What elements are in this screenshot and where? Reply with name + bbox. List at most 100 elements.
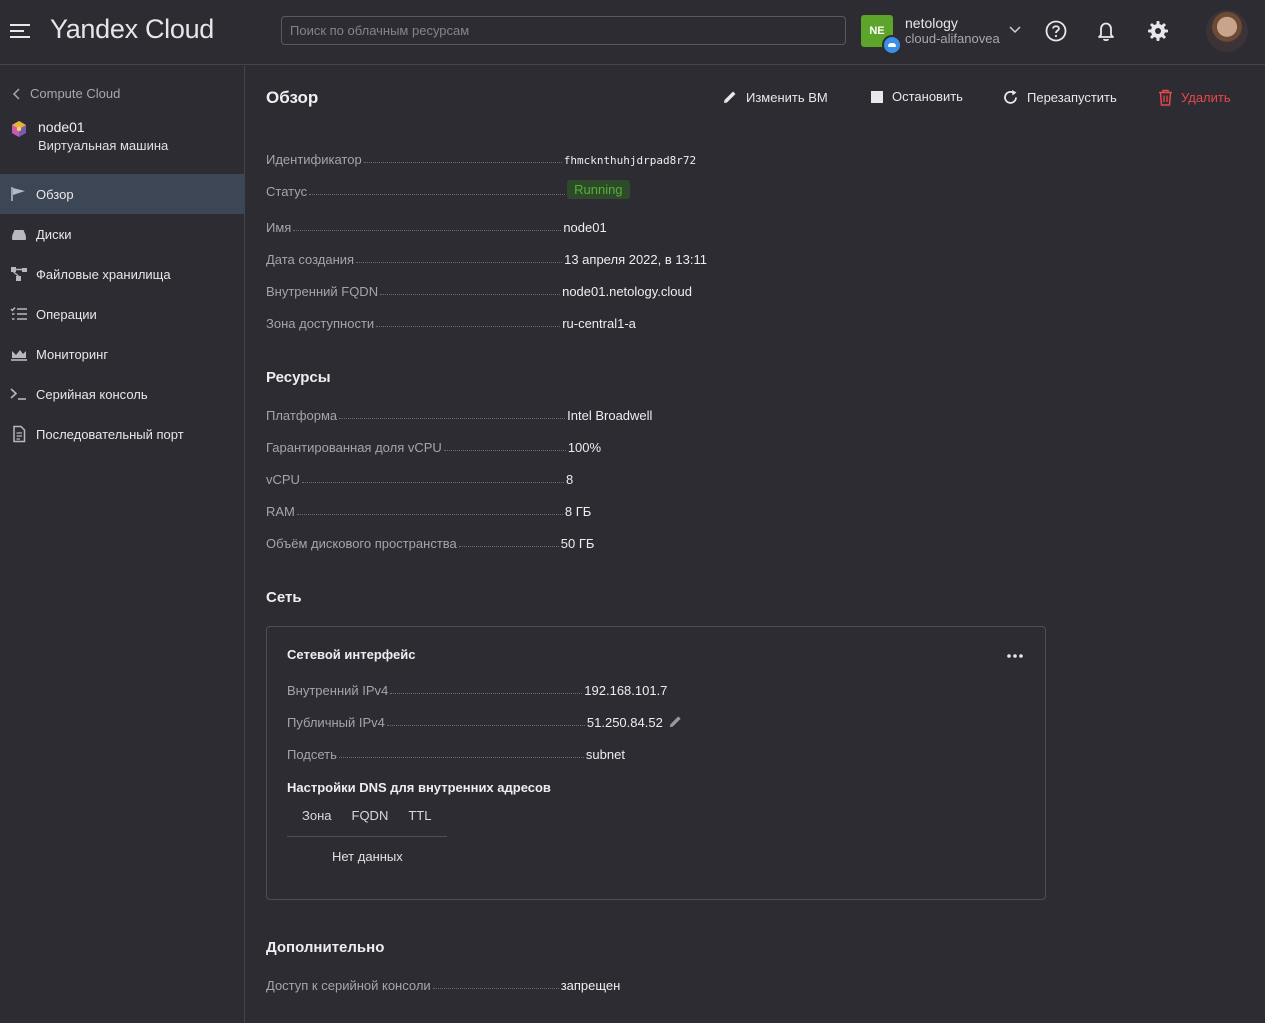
dotted-leader xyxy=(458,546,559,547)
flag-icon xyxy=(11,187,25,201)
info-row-internal-ipv4: Внутренний IPv4 192.168.101.7 xyxy=(287,680,987,698)
dotted-leader xyxy=(443,450,566,451)
dns-col-fqdn: FQDN xyxy=(351,808,389,823)
pencil-icon[interactable] xyxy=(668,714,683,729)
sidebar-item-label: Обзор xyxy=(36,186,74,202)
menu-icon[interactable] xyxy=(10,24,30,40)
dotted-leader xyxy=(301,482,564,483)
row-label: Объём дискового пространства xyxy=(266,536,457,551)
account-avatar-badge[interactable]: NE xyxy=(861,15,902,55)
zone-value: ru-central1-a xyxy=(562,316,636,331)
gear-icon[interactable] xyxy=(1145,18,1171,44)
dotted-leader xyxy=(296,514,563,515)
info-row-status: Статус Running xyxy=(266,180,966,199)
chevron-down-icon[interactable] xyxy=(1008,22,1022,36)
sidebar-item-file-storage[interactable]: Файловые хранилища xyxy=(0,254,245,294)
vcpu-share-value: 100% xyxy=(567,440,602,455)
dns-col-ttl: TTL xyxy=(408,808,432,823)
row-label: Внутренний FQDN xyxy=(266,284,379,299)
bell-icon[interactable] xyxy=(1093,18,1119,44)
document-icon xyxy=(13,425,26,443)
info-row-vcpu: vCPU 8 xyxy=(266,469,966,487)
row-label: Внутренний IPv4 xyxy=(287,683,389,698)
help-icon[interactable] xyxy=(1043,18,1069,44)
main-content: Обзор Изменить ВМ Остановить Перезапусти… xyxy=(246,66,1265,1023)
vm-type: Виртуальная машина xyxy=(38,138,169,153)
dotted-leader xyxy=(390,693,583,694)
resources-title: Ресурсы xyxy=(266,369,331,386)
public-ipv4-value[interactable]: 51.250.84.52 xyxy=(587,715,663,730)
info-row-serial-console-access: Доступ к серийной консоли запрещен xyxy=(266,975,966,993)
row-label: Зона доступности xyxy=(266,316,375,331)
row-label: Публичный IPv4 xyxy=(287,715,385,730)
network-title: Сеть xyxy=(266,589,302,606)
row-label: Статус xyxy=(266,184,308,199)
edit-vm-label: Изменить ВМ xyxy=(746,89,828,105)
app-logo[interactable]: Yandex Cloud xyxy=(50,14,214,45)
stop-button[interactable]: Остановить xyxy=(870,89,963,104)
sidebar-item-label: Серийная консоль xyxy=(36,386,148,402)
user-avatar[interactable] xyxy=(1206,10,1248,52)
row-label: Гарантированная доля vCPU xyxy=(266,440,442,455)
trash-icon xyxy=(1159,89,1172,106)
cloud-icon xyxy=(882,35,902,55)
sidebar-item-label: Операции xyxy=(36,306,97,322)
sidebar-item-disks[interactable]: Диски xyxy=(0,214,245,254)
fqdn-value[interactable]: node01.netology.cloud xyxy=(562,284,692,299)
info-row-subnet: Подсеть subnet xyxy=(287,744,987,762)
chevron-left-icon xyxy=(12,87,20,100)
sidebar-nav: Обзор Диски Файловые хранилища Операции … xyxy=(0,174,245,454)
internal-ipv4-value[interactable]: 192.168.101.7 xyxy=(584,683,667,698)
restart-button[interactable]: Перезапустить xyxy=(1002,89,1117,106)
row-label: vCPU xyxy=(266,472,300,487)
back-link-label: Compute Cloud xyxy=(30,86,121,101)
disk-value: 50 ГБ xyxy=(560,536,595,551)
operations-list-icon xyxy=(10,307,27,320)
info-row-public-ipv4: Публичный IPv4 51.250.84.52 xyxy=(287,712,987,730)
dotted-leader xyxy=(386,725,585,726)
account-name[interactable]: netology xyxy=(905,15,958,31)
row-label: Дата создания xyxy=(266,252,355,267)
more-options-icon[interactable] xyxy=(1005,650,1025,662)
serial-console-access-value: запрещен xyxy=(560,978,621,993)
account-cloud[interactable]: cloud-alifanovea xyxy=(905,31,1000,46)
dotted-leader xyxy=(356,262,563,263)
vm-id-value[interactable]: fhmcknthuhjdrpad8r72 xyxy=(564,154,696,167)
disk-icon xyxy=(12,230,26,240)
dotted-leader xyxy=(380,294,561,295)
dotted-leader xyxy=(376,326,561,327)
row-label: Идентификатор xyxy=(266,152,362,167)
platform-value: Intel Broadwell xyxy=(567,408,653,423)
dns-table-header: Зона FQDN TTL xyxy=(287,805,447,837)
info-row-id: Идентификатор fhmcknthuhjdrpad8r72 xyxy=(266,149,966,167)
dns-col-zone: Зона xyxy=(302,808,332,823)
dotted-leader xyxy=(293,230,562,231)
back-link[interactable]: Compute Cloud xyxy=(12,86,120,101)
sidebar-item-overview[interactable]: Обзор xyxy=(0,174,245,214)
monitoring-icon xyxy=(11,350,27,361)
search-input[interactable] xyxy=(281,16,846,45)
info-row-created: Дата создания 13 апреля 2022, в 13:11 xyxy=(266,249,966,267)
sidebar: Compute Cloud node01 Виртуальная машина … xyxy=(0,66,245,1023)
stop-icon xyxy=(871,90,883,103)
row-label: Подсеть xyxy=(287,747,337,762)
subnet-link[interactable]: subnet xyxy=(586,747,625,762)
edit-vm-button[interactable]: Изменить ВМ xyxy=(722,89,828,105)
sidebar-item-label: Последовательный порт xyxy=(36,426,184,442)
row-label: RAM xyxy=(266,504,295,519)
delete-button[interactable]: Удалить xyxy=(1158,89,1231,106)
vm-icon xyxy=(12,121,26,137)
sidebar-item-serial-console[interactable]: Серийная консоль xyxy=(0,374,245,414)
vcpu-value: 8 xyxy=(565,472,574,487)
network-interface-card: Сетевой интерфейс Внутренний IPv4 192.16… xyxy=(266,626,1046,900)
pencil-icon xyxy=(724,91,736,103)
delete-label: Удалить xyxy=(1181,90,1231,105)
sidebar-item-monitoring[interactable]: Мониторинг xyxy=(0,334,245,374)
dotted-leader xyxy=(339,418,566,419)
restart-label: Перезапустить xyxy=(1027,90,1117,105)
sidebar-item-serial-port[interactable]: Последовательный порт xyxy=(0,414,245,454)
terminal-icon xyxy=(10,388,26,400)
info-row-ram: RAM 8 ГБ xyxy=(266,501,966,519)
sidebar-item-operations[interactable]: Операции xyxy=(0,294,245,334)
vm-name-value: node01 xyxy=(563,220,607,235)
